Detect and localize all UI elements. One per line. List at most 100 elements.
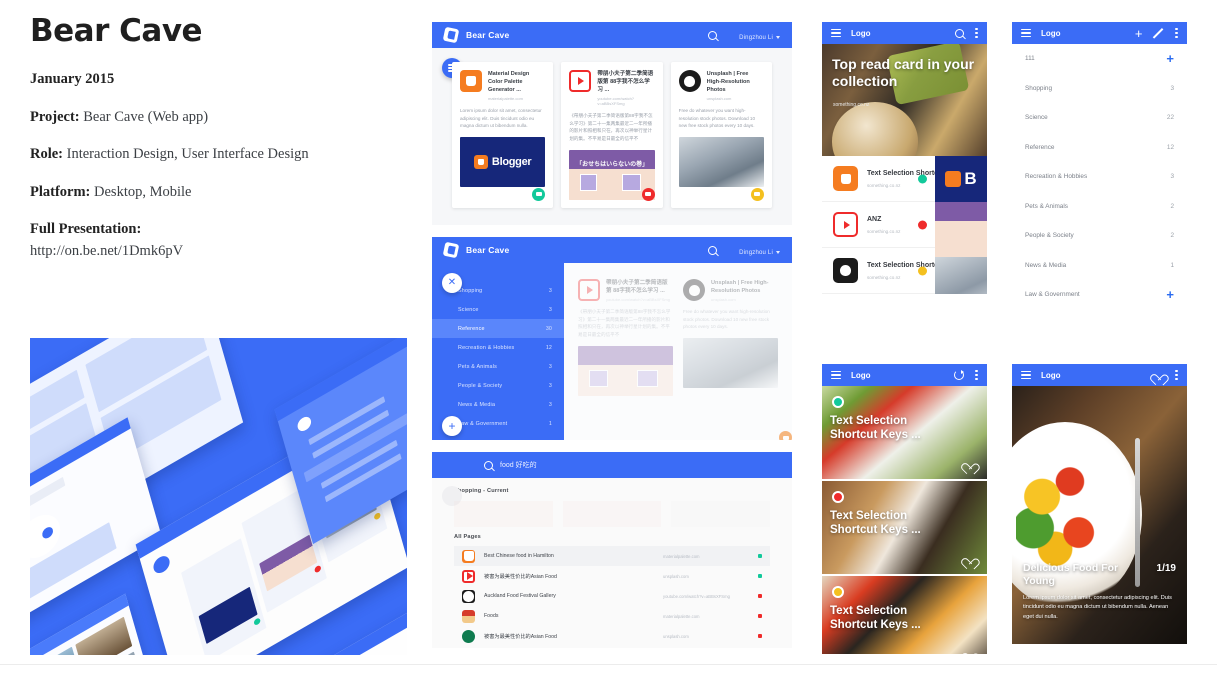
table-row[interactable]: 被害为最美性价比的Asian Food unsplash.com [454, 566, 770, 586]
sidebar-item-label: People & Society [458, 382, 503, 389]
list-item[interactable]: Science 22 [1012, 103, 1187, 133]
mobile-detail-screenshot[interactable]: Logo Delicious Food For Young 1/19 Lorem… [1012, 364, 1187, 654]
sidebar-item-pets-animals[interactable]: Pets & Animals 3 [432, 357, 564, 376]
kebab-menu-icon[interactable] [1175, 368, 1178, 382]
list-item[interactable]: Pets & Animals 2 [1012, 192, 1187, 222]
list-item[interactable]: Recreation & Hobbies 3 [1012, 162, 1187, 192]
bookmark-pin-button[interactable] [779, 431, 792, 440]
meta-platform-value: Desktop, Mobile [94, 183, 192, 200]
heart-outline-icon[interactable] [964, 459, 975, 469]
sidebar-item-recreation-hobbies[interactable]: Recreation & Hobbies 12 [432, 338, 564, 357]
sidebar-item-reference[interactable]: Reference 30 [432, 319, 564, 338]
plus-icon[interactable]: + [1135, 27, 1143, 40]
hamburger-icon[interactable] [1021, 369, 1031, 382]
bookmark-pin-button[interactable] [641, 187, 655, 201]
category-label: Pets & Animals [1025, 202, 1068, 210]
starbucks-icon [462, 629, 475, 643]
sidebar-item-news-media[interactable]: News & Media 3 [432, 395, 564, 414]
status-badge [918, 266, 927, 275]
heart-outline-icon[interactable] [1153, 370, 1164, 380]
mobile-feed-screenshot[interactable]: Logo Text Selection Shortcut Keys ... Te… [822, 364, 987, 654]
table-row[interactable]: Best Chinese food in Hamilton materialpa… [454, 546, 770, 566]
search-icon[interactable] [484, 460, 493, 470]
card-grid: Material Design Color Palette Generator … [432, 48, 792, 222]
hamburger-icon[interactable] [831, 27, 841, 40]
kebab-menu-icon[interactable] [975, 26, 978, 40]
table-row[interactable]: 被害为最美性价比的Asian Food unsplash.com [454, 626, 770, 646]
kebab-menu-icon[interactable] [1175, 26, 1178, 40]
feed-card[interactable]: Text Selection Shortcut Keys ... [822, 386, 987, 481]
search-icon[interactable] [708, 30, 718, 40]
heart-outline-icon[interactable] [964, 554, 975, 564]
status-badge [918, 174, 927, 183]
card-thumbnail: Blogger [460, 137, 546, 188]
card-url: youtube.com/watch?v=aBBsXFSmg [606, 297, 670, 303]
hamburger-icon[interactable] [1021, 27, 1031, 40]
hamburger-icon[interactable] [831, 369, 841, 382]
sidebar-item-count: 3 [549, 401, 552, 408]
category-label: People & Society [1025, 232, 1074, 240]
feed-card[interactable]: Text Selection Shortcut Keys ... [822, 576, 987, 654]
bookmark-card[interactable]: Material Design Color Palette Generator … [452, 62, 554, 208]
app-title: Logo [851, 370, 871, 380]
result-name: 被害为最美性价比的Asian Food [484, 573, 557, 580]
detail-photo[interactable]: Delicious Food For Young 1/19 Lorem ipsu… [1012, 386, 1187, 644]
card-thumbnail [678, 137, 764, 188]
list-item[interactable]: 111 + [1012, 44, 1187, 74]
status-badge [758, 614, 762, 618]
add-icon[interactable]: + [1166, 288, 1174, 301]
add-icon[interactable]: + [1166, 52, 1174, 65]
list-item[interactable]: People & Society 2 [1012, 221, 1187, 251]
kebab-menu-icon[interactable] [975, 368, 978, 382]
feed-card[interactable]: Text Selection Shortcut Keys ... [822, 481, 987, 576]
search-icon[interactable] [955, 28, 965, 38]
table-row[interactable]: Auckland Food Festival Gallery youtube.c… [454, 586, 770, 606]
bookmark-pin-button[interactable] [532, 187, 546, 201]
app-body: Shopping 3 Science 3 Reference 30 Recrea… [432, 263, 792, 440]
app-title: Logo [1041, 28, 1061, 38]
list-item[interactable]: Law & Government + [1012, 280, 1187, 310]
bookmark-pin-button[interactable] [750, 187, 764, 201]
meta-project: Project: Bear Cave (Web app) [30, 108, 410, 128]
hero-card[interactable]: Top read card in your collection somethi… [822, 44, 987, 156]
user-menu[interactable]: Dingzhou Li [739, 241, 780, 259]
category-count: 3 [1170, 173, 1174, 181]
add-fab-button[interactable]: + [442, 416, 462, 436]
mobile-categories-screenshot[interactable]: Logo + 111 + Shopping 3 Science 22 Refer… [1012, 22, 1187, 312]
sidebar-item-label: Recreation & Hobbies [458, 344, 515, 351]
list-item[interactable]: News & Media 1 [1012, 251, 1187, 281]
sidebar-item-count: 3 [549, 287, 552, 294]
table-row[interactable]: Foods materialpalette.com [454, 606, 770, 626]
search-icon[interactable] [708, 245, 718, 255]
mobile-top-read-screenshot[interactable]: Logo Top read card in your collection so… [822, 22, 987, 312]
result-name: Best Chinese food in Hamilton [484, 553, 554, 559]
desktop-sidebar-screenshot[interactable]: Bear Cave Dingzhou Li Shopping 3 Science… [432, 237, 792, 440]
feed-card-title: Text Selection Shortcut Keys ... [830, 510, 921, 537]
bookmark-card[interactable]: Unsplash | Free High-Resolution Photos u… [670, 62, 772, 208]
card-description: 《帶朋小夫子第二季简语版第88字我不怎么学习》第二十一集两集最近二一年所播的影片… [578, 309, 671, 337]
pencil-icon[interactable] [1153, 28, 1164, 39]
close-fab-button[interactable]: ✕ [442, 273, 462, 293]
desktop-cards-screenshot[interactable]: Bear Cave Dingzhou Li Material Design Co… [432, 22, 792, 225]
sidebar-item-science[interactable]: Science 3 [432, 300, 564, 319]
status-badge [832, 586, 844, 598]
result-url: materialpalette.com [663, 613, 700, 619]
list-item[interactable]: Shopping 3 [1012, 74, 1187, 104]
meta-project-value: Bear Cave (Web app) [83, 108, 209, 125]
header-actions: Dingzhou Li [708, 241, 780, 259]
bookmark-card[interactable]: 帶朋小夫子第二季简语版第 88字我不怎么学习 ... youtube.com/w… [561, 62, 663, 208]
status-badge [832, 396, 844, 408]
app-title: Logo [1041, 370, 1061, 380]
search-input[interactable]: food 好吃的 [500, 460, 537, 470]
isometric-mockup-hero[interactable] [30, 338, 407, 655]
heart-outline-icon[interactable] [964, 649, 975, 654]
sidebar-item-people-society[interactable]: People & Society 3 [432, 376, 564, 395]
desktop-search-screenshot[interactable]: food 好吃的 Shopping - Current All Pages Be… [432, 452, 792, 648]
presentation-link[interactable]: http://on.be.net/1Dmk6pV [30, 242, 410, 262]
detail-description: Lorem ipsum dolor sit amet, consectetur … [1023, 594, 1172, 620]
portfolio-page: Bear Cave January 2015 Project: Bear Cav… [0, 0, 1217, 679]
list-item[interactable]: Reference 12 [1012, 133, 1187, 163]
user-menu[interactable]: Dingzhou Li [739, 26, 780, 44]
search-header[interactable]: food 好吃的 [432, 452, 792, 478]
refresh-icon[interactable] [954, 370, 965, 380]
